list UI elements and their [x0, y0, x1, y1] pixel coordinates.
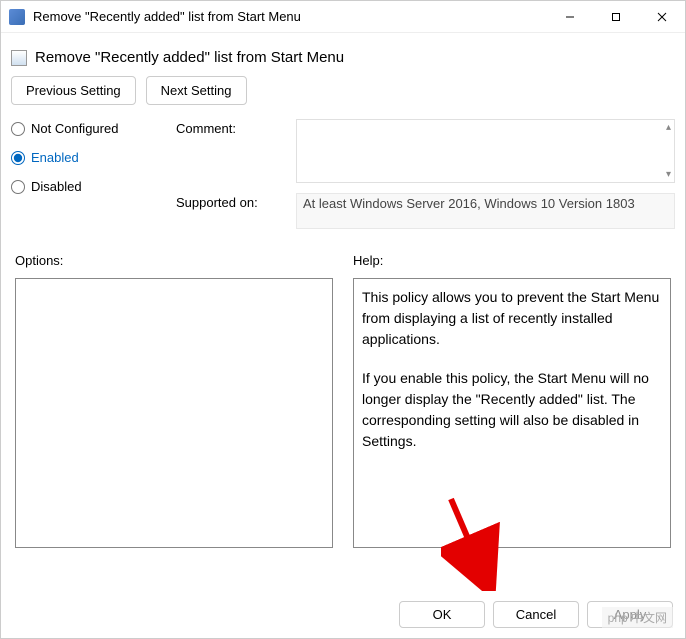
window-title: Remove "Recently added" list from Start … [33, 9, 547, 24]
close-button[interactable] [639, 1, 685, 33]
comment-label: Comment: [176, 119, 286, 136]
policy-header: Remove "Recently added" list from Start … [11, 43, 675, 76]
radio-not-configured-label: Not Configured [31, 121, 118, 136]
supported-on-value: At least Windows Server 2016, Windows 10… [296, 193, 675, 229]
next-setting-button[interactable]: Next Setting [146, 76, 247, 105]
radio-enabled-label: Enabled [31, 150, 79, 165]
nav-buttons: Previous Setting Next Setting [11, 76, 675, 105]
radio-disabled-label: Disabled [31, 179, 82, 194]
help-paragraph-2: If you enable this policy, the Start Men… [362, 368, 662, 452]
radio-disabled[interactable]: Disabled [11, 179, 166, 194]
supported-on-label: Supported on: [176, 193, 286, 210]
policy-title: Remove "Recently added" list from Start … [35, 49, 344, 66]
options-label: Options: [15, 249, 333, 268]
comment-textarea[interactable]: ▴ ▾ [296, 119, 675, 183]
window-controls [547, 1, 685, 33]
previous-setting-button[interactable]: Previous Setting [11, 76, 136, 105]
scroll-down-icon[interactable]: ▾ [666, 169, 671, 180]
apply-button[interactable]: Apply [587, 601, 673, 628]
ok-button[interactable]: OK [399, 601, 485, 628]
help-paragraph-1: This policy allows you to prevent the St… [362, 287, 662, 350]
cancel-button[interactable]: Cancel [493, 601, 579, 628]
minimize-button[interactable] [547, 1, 593, 33]
options-panel [15, 278, 333, 548]
state-radio-group: Not Configured Enabled Disabled [11, 119, 166, 239]
window-icon [9, 9, 25, 25]
maximize-button[interactable] [593, 1, 639, 33]
policy-icon [11, 50, 27, 66]
radio-not-configured-input[interactable] [11, 122, 25, 136]
radio-enabled-input[interactable] [11, 151, 25, 165]
help-label: Help: [353, 249, 671, 268]
titlebar: Remove "Recently added" list from Start … [1, 1, 685, 33]
dialog-footer: OK Cancel Apply [399, 601, 673, 628]
radio-disabled-input[interactable] [11, 180, 25, 194]
help-panel: This policy allows you to prevent the St… [353, 278, 671, 548]
scroll-up-icon[interactable]: ▴ [666, 122, 671, 133]
radio-not-configured[interactable]: Not Configured [11, 121, 166, 136]
radio-enabled[interactable]: Enabled [11, 150, 166, 165]
